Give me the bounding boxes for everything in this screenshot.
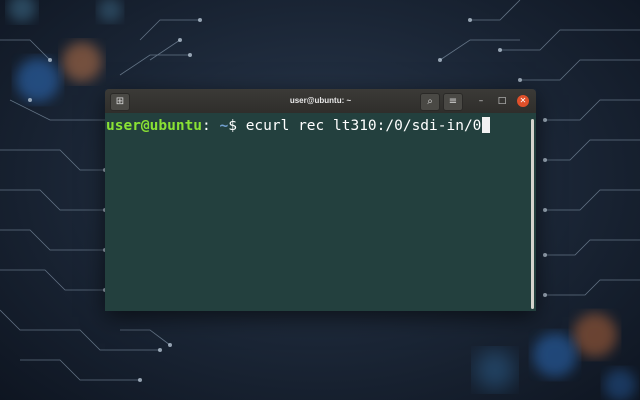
terminal-area[interactable]: user@ubuntu: ~$ ecurl rec lt310:/0/sdi-i… — [105, 113, 536, 311]
command-line: user@ubuntu: ~$ ecurl rec lt310:/0/sdi-i… — [106, 117, 491, 135]
text-cursor — [482, 117, 491, 133]
prompt-separator: : — [202, 118, 211, 134]
prompt-symbol: $ — [228, 118, 246, 134]
maximize-icon[interactable]: □ — [494, 93, 510, 109]
prompt-user: user@ubuntu — [106, 118, 203, 134]
command-text: ecurl rec lt310:/0/sdi-in/0 — [245, 118, 482, 134]
scrollbar[interactable] — [531, 119, 534, 309]
window-title: user@ubuntu: ~ — [289, 96, 352, 105]
search-icon[interactable]: ⌕ — [420, 93, 440, 111]
terminal-window: user@ubuntu: ~ ⊞ ⌕ ≡ – □ ✕ user@ubuntu: … — [105, 89, 536, 311]
prompt-path: ~ — [210, 118, 229, 134]
new-tab-icon[interactable]: ⊞ — [110, 93, 130, 111]
window-titlebar[interactable]: user@ubuntu: ~ ⊞ ⌕ ≡ – □ ✕ — [105, 89, 536, 113]
close-icon[interactable]: ✕ — [517, 95, 529, 107]
hamburger-icon[interactable]: ≡ — [443, 93, 463, 111]
minimize-icon[interactable]: – — [473, 93, 489, 109]
